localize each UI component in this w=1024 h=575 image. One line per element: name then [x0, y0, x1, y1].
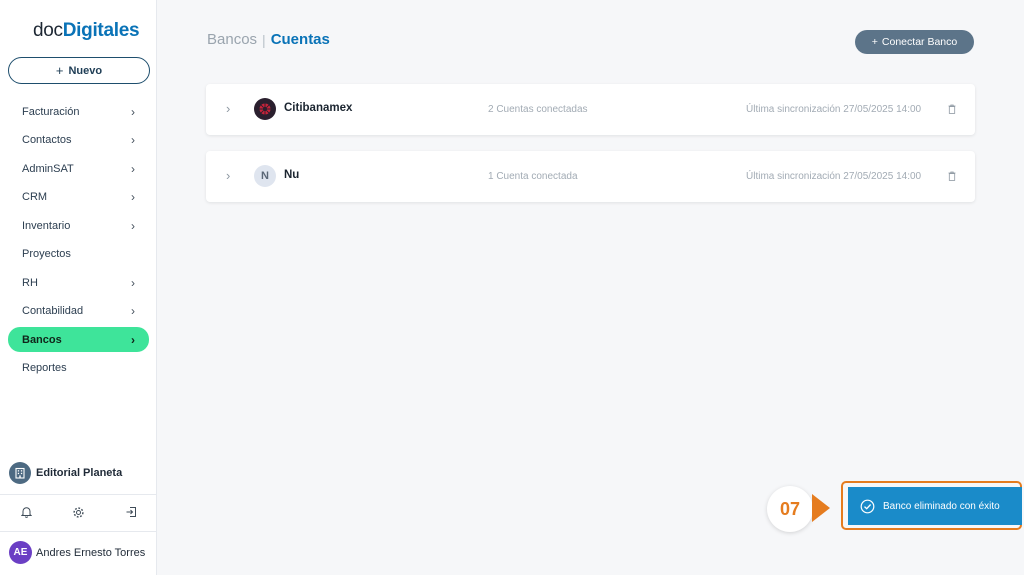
sidebar-item-adminsat[interactable]: AdminSAT › — [8, 156, 149, 181]
chevron-right-icon: › — [131, 133, 135, 147]
sidebar-item-contactos[interactable]: Contactos › — [8, 128, 149, 153]
success-toast[interactable]: Banco eliminado con éxito — [848, 487, 1022, 525]
step-arrow — [812, 494, 830, 522]
connected-accounts: 1 Cuenta conectada — [488, 171, 578, 182]
organization-selector[interactable]: Editorial Planeta — [9, 462, 122, 484]
new-button-label: Nuevo — [68, 64, 103, 77]
citibanamex-logo — [254, 98, 276, 120]
sidebar: docDigitales + Nuevo Facturación › Conta… — [0, 0, 157, 575]
chevron-right-icon: › — [131, 161, 135, 176]
connect-bank-button[interactable]: + Conectar Banco — [855, 30, 974, 54]
breadcrumb-separator: | — [262, 31, 266, 48]
chevron-right-icon: › — [131, 190, 135, 204]
sidebar-item-rh[interactable]: RH › — [8, 270, 149, 295]
sidebar-item-reportes[interactable]: Reportes — [8, 356, 149, 381]
bell-icon[interactable] — [19, 505, 33, 519]
chevron-right-icon[interactable]: › — [226, 101, 230, 116]
sidebar-nav: Facturación › Contactos › AdminSAT › CRM… — [8, 99, 149, 384]
user-profile[interactable]: AE Andres Ernesto Torres — [9, 541, 145, 564]
sidebar-item-label: AdminSAT — [22, 162, 74, 175]
chevron-right-icon[interactable]: › — [226, 168, 230, 183]
new-button[interactable]: + Nuevo — [8, 57, 150, 84]
chevron-right-icon: › — [131, 275, 135, 290]
plus-icon: + — [55, 63, 64, 78]
sidebar-item-label: Facturación — [22, 105, 80, 118]
sidebar-item-bancos[interactable]: Bancos › — [8, 327, 149, 352]
gear-icon[interactable] — [71, 505, 85, 519]
divider — [0, 494, 157, 495]
trash-icon[interactable] — [947, 170, 957, 182]
connected-accounts: 2 Cuentas conectadas — [488, 104, 588, 115]
last-sync: Última sincronización 27/05/2025 14:00 — [746, 104, 922, 115]
sidebar-item-inventario[interactable]: Inventario › — [8, 213, 149, 238]
sidebar-item-label: CRM — [22, 191, 48, 203]
chevron-right-icon: › — [131, 304, 135, 318]
sidebar-item-contabilidad[interactable]: Contabilidad › — [8, 299, 149, 324]
sidebar-item-facturacion[interactable]: Facturación › — [8, 99, 149, 124]
chevron-right-icon: › — [131, 104, 135, 119]
bank-name: Nu — [284, 169, 300, 181]
check-circle-icon — [860, 499, 875, 514]
logo-doc-text: doc — [33, 20, 63, 41]
chevron-right-icon: › — [131, 332, 135, 347]
page-title: Cuentas — [270, 31, 330, 48]
bank-card[interactable]: › Citibanamex 2 Cuentas conectadas Últim… — [206, 84, 975, 135]
sidebar-item-label: Bancos — [22, 333, 62, 346]
sidebar-item-proyectos[interactable]: Proyectos — [8, 242, 149, 267]
bank-name: Citibanamex — [284, 102, 353, 114]
logout-icon[interactable] — [124, 505, 138, 519]
toast-message: Banco eliminado con éxito — [883, 500, 1000, 512]
chevron-right-icon: › — [131, 218, 135, 233]
nu-logo: N — [254, 165, 276, 187]
sidebar-item-label: RH — [22, 276, 38, 289]
trash-icon[interactable] — [947, 103, 957, 115]
connect-bank-label: Conectar Banco — [881, 36, 958, 48]
app-logo[interactable]: docDigitales — [33, 20, 140, 42]
sidebar-item-label: Proyectos — [22, 248, 71, 260]
logo-digitales-text: Digitales — [62, 20, 140, 41]
plus-icon: + — [871, 36, 878, 48]
step-badge: 07 — [767, 486, 813, 532]
organization-name: Editorial Planeta — [36, 467, 123, 479]
divider — [0, 531, 157, 532]
user-name: Andres Ernesto Torres — [36, 546, 146, 559]
breadcrumb: Bancos | Cuentas — [207, 31, 330, 48]
avatar: AE — [9, 541, 32, 564]
breadcrumb-parent[interactable]: Bancos — [207, 31, 257, 48]
sidebar-item-label: Contactos — [22, 134, 72, 146]
sidebar-item-label: Reportes — [22, 362, 67, 374]
sidebar-item-crm[interactable]: CRM › — [8, 185, 149, 210]
last-sync: Última sincronización 27/05/2025 14:00 — [746, 171, 922, 182]
sidebar-item-label: Contabilidad — [22, 305, 84, 317]
building-icon — [9, 462, 31, 484]
bank-card[interactable]: › N Nu 1 Cuenta conectada Última sincron… — [206, 151, 975, 202]
sidebar-item-label: Inventario — [22, 219, 71, 232]
